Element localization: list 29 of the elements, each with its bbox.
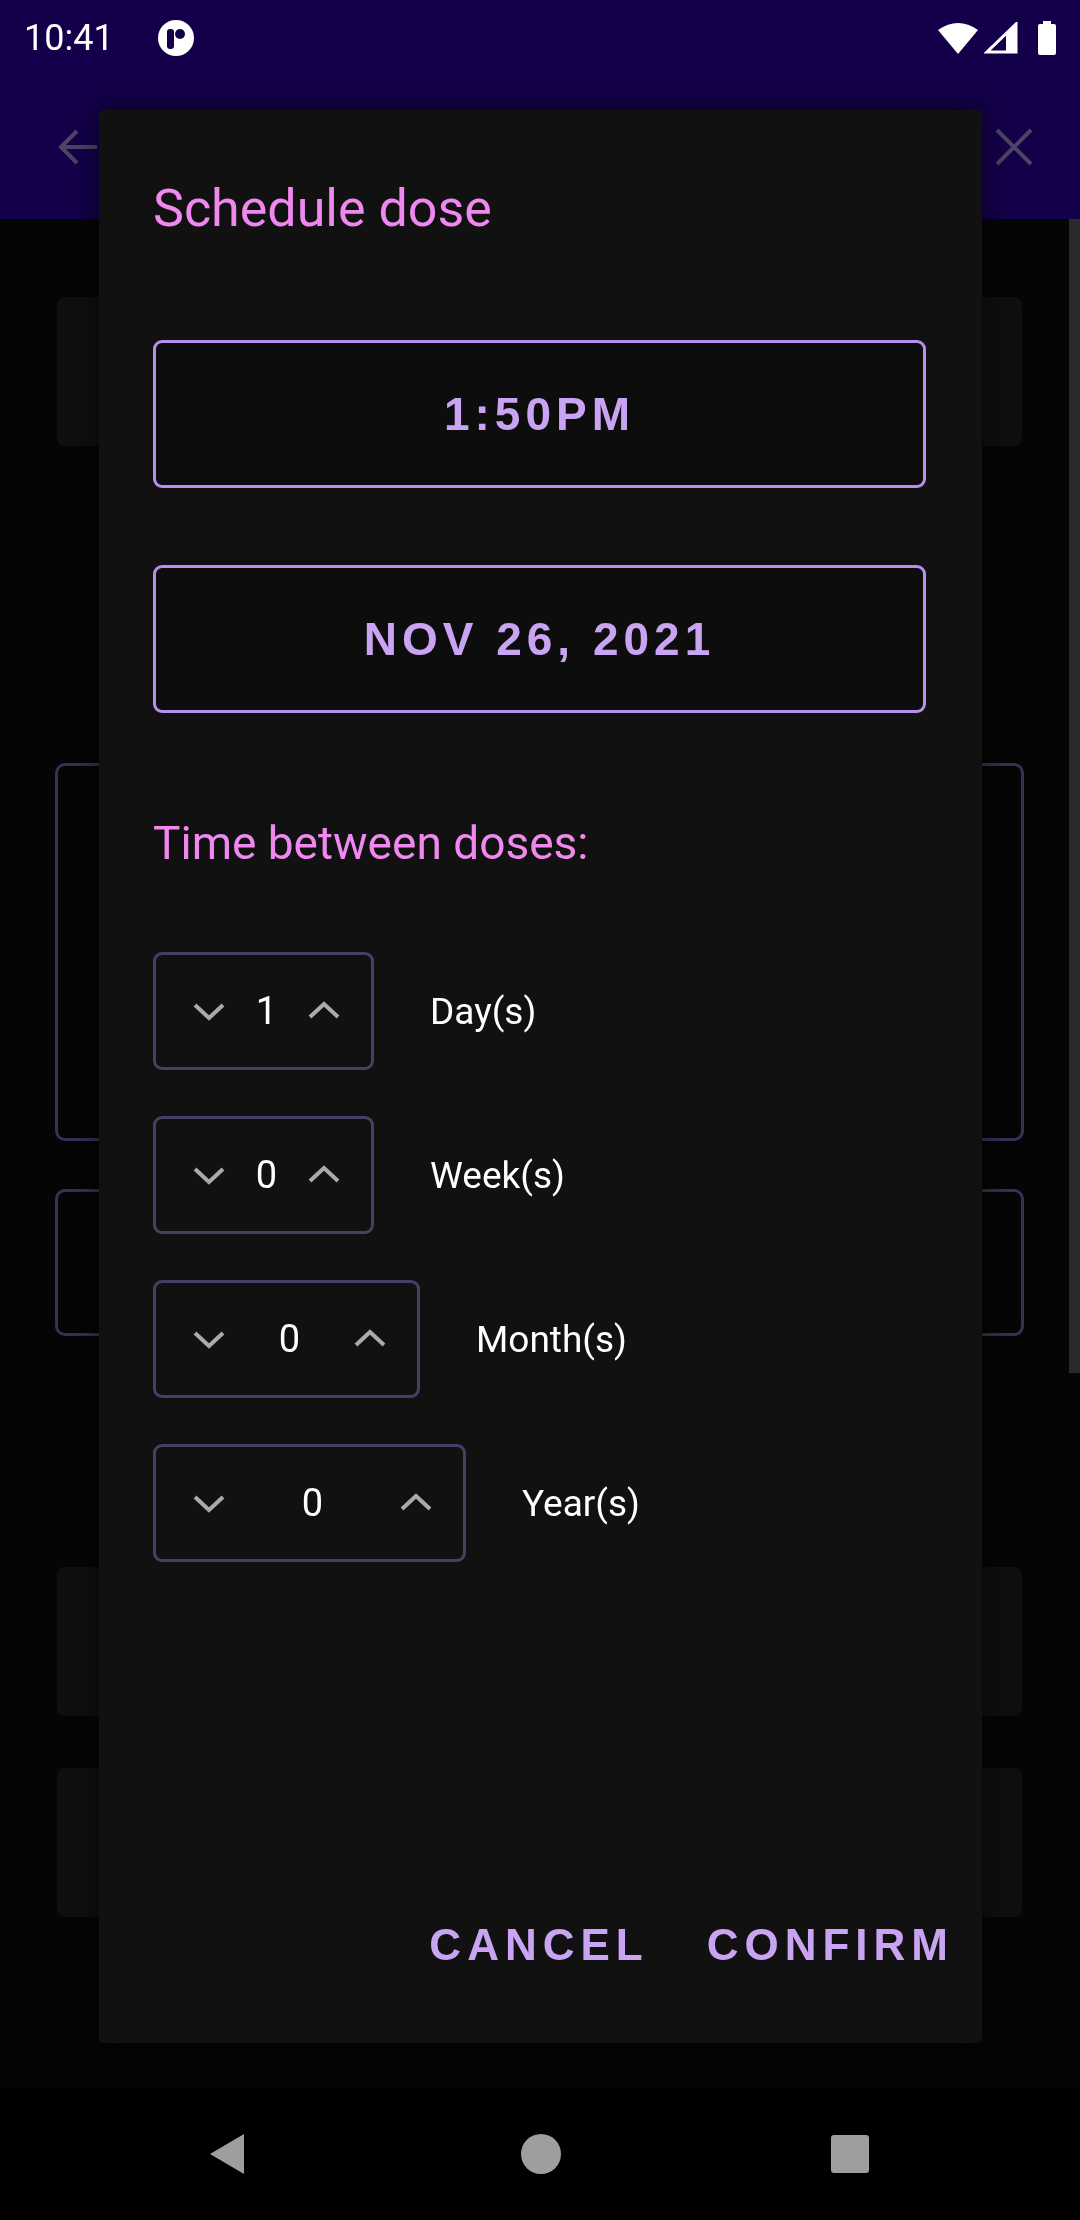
time-picker-button[interactable]: 1:50PM (153, 340, 926, 488)
chevron-up-icon[interactable] (399, 1493, 433, 1513)
unit-label: Day(s) (430, 989, 537, 1033)
signal-icon (984, 21, 1018, 54)
number-stepper[interactable]: 0 (153, 1444, 466, 1562)
interval-label: Time between doses: (153, 815, 590, 872)
app-notification-icon (157, 19, 194, 56)
chevron-up-icon[interactable] (307, 1165, 341, 1185)
wifi-icon (938, 21, 978, 54)
chevron-up-icon[interactable] (353, 1329, 387, 1349)
date-picker-button[interactable]: NOV 26, 2021 (153, 565, 926, 713)
chevron-down-icon[interactable] (192, 1329, 226, 1349)
home-icon[interactable] (521, 2134, 561, 2174)
unit-label: Year(s) (522, 1481, 640, 1525)
battery-icon (1038, 20, 1056, 55)
chevron-down-icon[interactable] (192, 1001, 226, 1021)
unit-label: Week(s) (430, 1153, 565, 1197)
number-stepper[interactable]: 0 (153, 1116, 374, 1234)
back-icon[interactable] (208, 2132, 246, 2176)
chevron-down-icon[interactable] (192, 1165, 226, 1185)
unit-label: Month(s) (476, 1317, 627, 1361)
chevron-up-icon[interactable] (307, 1001, 341, 1021)
dialog-action-button[interactable]: CANCEL (425, 1900, 653, 1990)
dialog-title: Schedule dose (153, 177, 493, 241)
dialog-action-button[interactable]: CONFIRM (702, 1900, 958, 1990)
number-stepper[interactable]: 1 (153, 952, 374, 1070)
clock-time: 10:41 (24, 16, 114, 59)
number-stepper[interactable]: 0 (153, 1280, 420, 1398)
chevron-down-icon[interactable] (192, 1493, 226, 1513)
